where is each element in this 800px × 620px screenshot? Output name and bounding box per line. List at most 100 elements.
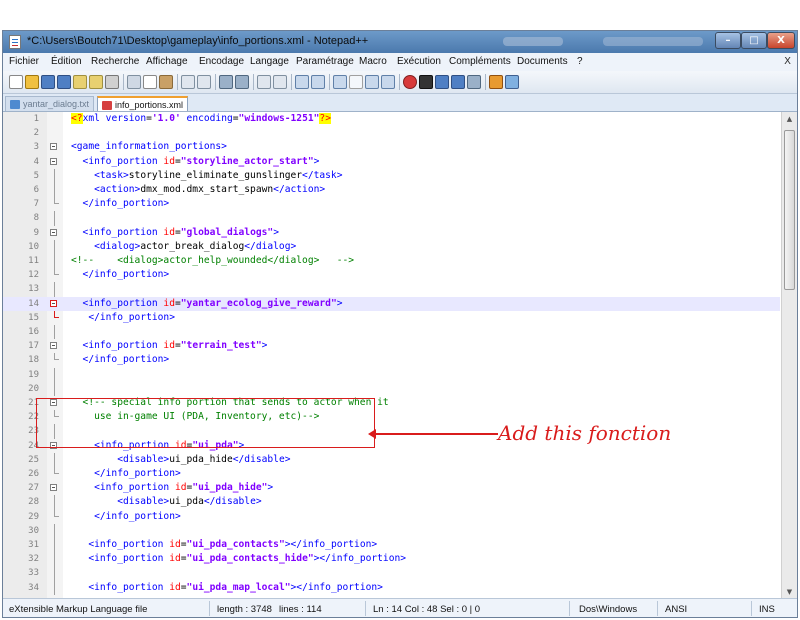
menu-fichier[interactable]: Fichier — [9, 56, 39, 67]
menu-encodage[interactable]: Encodage — [199, 56, 244, 67]
redo-icon[interactable] — [197, 75, 211, 89]
undo-icon[interactable] — [181, 75, 195, 89]
code-line[interactable]: 15 </info_portion> — [3, 310, 780, 325]
code-text[interactable]: <!-- <dialog>actor_help_wounded</dialog>… — [71, 254, 354, 268]
fold-toggle-icon[interactable] — [50, 143, 57, 151]
zoom-in-icon[interactable] — [257, 75, 271, 89]
save-all-icon[interactable] — [57, 75, 71, 89]
code-text[interactable]: </info_portion> — [71, 467, 181, 481]
code-line[interactable]: 14 <info_portion id="yantar_ecolog_give_… — [3, 296, 780, 311]
close-icon[interactable] — [73, 75, 87, 89]
code-text[interactable]: <info_portion id="ui_pda_hide"> — [71, 481, 273, 495]
cut-icon[interactable] — [127, 75, 141, 89]
code-line[interactable]: 31 <info_portion id="ui_pda_contacts"></… — [3, 538, 780, 553]
code-line[interactable]: 11 <!-- <dialog>actor_help_wounded</dialo… — [3, 254, 780, 269]
code-text[interactable]: <task>storyline_eliminate_gunslinger</ta… — [71, 169, 342, 183]
copy-icon[interactable] — [143, 75, 157, 89]
code-text[interactable]: </info_portion> — [71, 268, 170, 282]
code-text[interactable]: <info_portion id="ui_pda_map_local"></in… — [71, 581, 383, 595]
code-text[interactable]: <info_portion id="terrain_test"> — [71, 339, 268, 353]
scroll-down-icon[interactable]: ▼ — [782, 585, 797, 599]
menu-macro[interactable]: Macro — [359, 56, 387, 67]
print-icon[interactable] — [105, 75, 119, 89]
show-all-chars-icon[interactable] — [349, 75, 363, 89]
vertical-scrollbar[interactable]: ▲ ▼ — [781, 112, 797, 599]
title-bar[interactable]: *C:\Users\Boutch71\Desktop\gameplay\info… — [3, 31, 797, 53]
fold-toggle-icon[interactable] — [50, 299, 57, 307]
code-text[interactable]: </info_portion> — [71, 510, 181, 524]
user-lang-icon[interactable] — [381, 75, 395, 89]
record-macro-icon[interactable] — [403, 75, 417, 89]
code-line[interactable]: 18 </info_portion> — [3, 353, 780, 367]
fold-toggle-icon[interactable] — [50, 484, 57, 492]
code-text[interactable]: <disable>ui_pda</disable> — [71, 495, 261, 509]
menu-help[interactable]: ? — [577, 56, 583, 67]
tab-info-portions[interactable]: info_portions.xml — [97, 96, 189, 111]
fold-toggle-icon[interactable] — [50, 228, 57, 236]
fold-toggle-icon[interactable] — [50, 342, 57, 350]
code-line[interactable]: 17 <info_portion id="terrain_test"> — [3, 339, 780, 353]
code-line[interactable]: 34 <info_portion id="ui_pda_map_local"><… — [3, 580, 780, 595]
code-line[interactable]: 3 <game_information_portions> — [3, 140, 780, 154]
code-line[interactable]: 29 </info_portion> — [3, 509, 780, 524]
code-line[interactable]: 20 — [3, 381, 780, 396]
code-line[interactable]: 28 <disable>ui_pda</disable> — [3, 495, 780, 510]
code-line[interactable]: 33 — [3, 566, 780, 581]
close-all-icon[interactable] — [89, 75, 103, 89]
code-text[interactable]: </info_portion> — [71, 311, 175, 325]
code-line[interactable]: 12 </info_portion> — [3, 268, 780, 282]
code-line[interactable]: 6 <action>dmx_mod.dmx_start_spawn</actio… — [3, 183, 780, 198]
spell-check-icon[interactable] — [505, 75, 519, 89]
run-macro-multiple-icon[interactable] — [451, 75, 465, 89]
replace-icon[interactable] — [235, 75, 249, 89]
code-line[interactable]: 32 <info_portion id="ui_pda_contacts_hid… — [3, 552, 780, 567]
code-text[interactable]: <disable>ui_pda_hide</disable> — [71, 453, 290, 467]
code-text[interactable]: <action>dmx_mod.dmx_start_spawn</action> — [71, 183, 325, 197]
code-text[interactable]: <info_portion id="ui_pda_contacts"></inf… — [71, 538, 377, 552]
code-line[interactable]: 16 — [3, 325, 780, 340]
code-line[interactable]: 5 <task>storyline_eliminate_gunslinger</… — [3, 168, 780, 183]
new-file-icon[interactable] — [9, 75, 23, 89]
save-icon[interactable] — [41, 75, 55, 89]
launch-browser-icon[interactable] — [489, 75, 503, 89]
code-text[interactable]: </info_portion> — [71, 197, 170, 211]
maximize-button[interactable]: □ — [741, 32, 767, 49]
find-icon[interactable] — [219, 75, 233, 89]
menu-affichage[interactable]: Affichage — [146, 56, 188, 67]
close-document-button[interactable]: X — [784, 56, 791, 67]
code-line[interactable]: 1 <?xml version='1.0' encoding="windows-1… — [3, 112, 780, 126]
code-text[interactable]: <info_portion id="yantar_ecolog_give_rew… — [71, 297, 343, 311]
code-line[interactable]: 4 <info_portion id="storyline_actor_star… — [3, 155, 780, 169]
menu-execution[interactable]: Exécution — [397, 56, 441, 67]
zoom-out-icon[interactable] — [273, 75, 287, 89]
code-line[interactable]: 30 — [3, 523, 780, 538]
close-window-button[interactable]: X — [767, 32, 795, 49]
scroll-up-icon[interactable]: ▲ — [782, 112, 797, 126]
menu-documents[interactable]: Documents — [517, 56, 568, 67]
code-line[interactable]: 10 <dialog>actor_break_dialog</dialog> — [3, 239, 780, 254]
code-text[interactable]: <info_portion id="storyline_actor_start"… — [71, 155, 320, 169]
code-line[interactable]: 19 — [3, 367, 780, 382]
menu-parametrage[interactable]: Paramétrage — [296, 56, 354, 67]
word-wrap-icon[interactable] — [333, 75, 347, 89]
code-line[interactable]: 7 </info_portion> — [3, 197, 780, 211]
sync-v-icon[interactable] — [295, 75, 309, 89]
code-line[interactable]: 8 — [3, 211, 780, 226]
code-text[interactable]: <?xml version='1.0' encoding="windows-12… — [71, 112, 331, 126]
tab-yantar-dialog[interactable]: yantar_dialog.txt — [5, 96, 95, 111]
scrollbar-thumb[interactable] — [784, 130, 795, 290]
code-text[interactable]: <info_portion id="ui_pda_contacts_hide">… — [71, 552, 406, 566]
code-line[interactable]: 13 — [3, 282, 780, 297]
code-text[interactable]: </info_portion> — [71, 353, 170, 367]
menu-edition[interactable]: Édition — [51, 56, 82, 67]
minimize-button[interactable]: – — [715, 32, 741, 49]
sync-h-icon[interactable] — [311, 75, 325, 89]
code-text[interactable]: <game_information_portions> — [71, 140, 227, 154]
menu-complements[interactable]: Compléments — [449, 56, 511, 67]
menu-recherche[interactable]: Recherche — [91, 56, 139, 67]
code-line[interactable]: 2 — [3, 126, 780, 140]
code-text[interactable]: <info_portion id="global_dialogs"> — [71, 226, 279, 240]
menu-langage[interactable]: Langage — [250, 56, 289, 67]
code-line[interactable]: 26 </info_portion> — [3, 467, 780, 481]
code-editor[interactable]: 1 <?xml version='1.0' encoding="windows-1… — [3, 112, 797, 599]
